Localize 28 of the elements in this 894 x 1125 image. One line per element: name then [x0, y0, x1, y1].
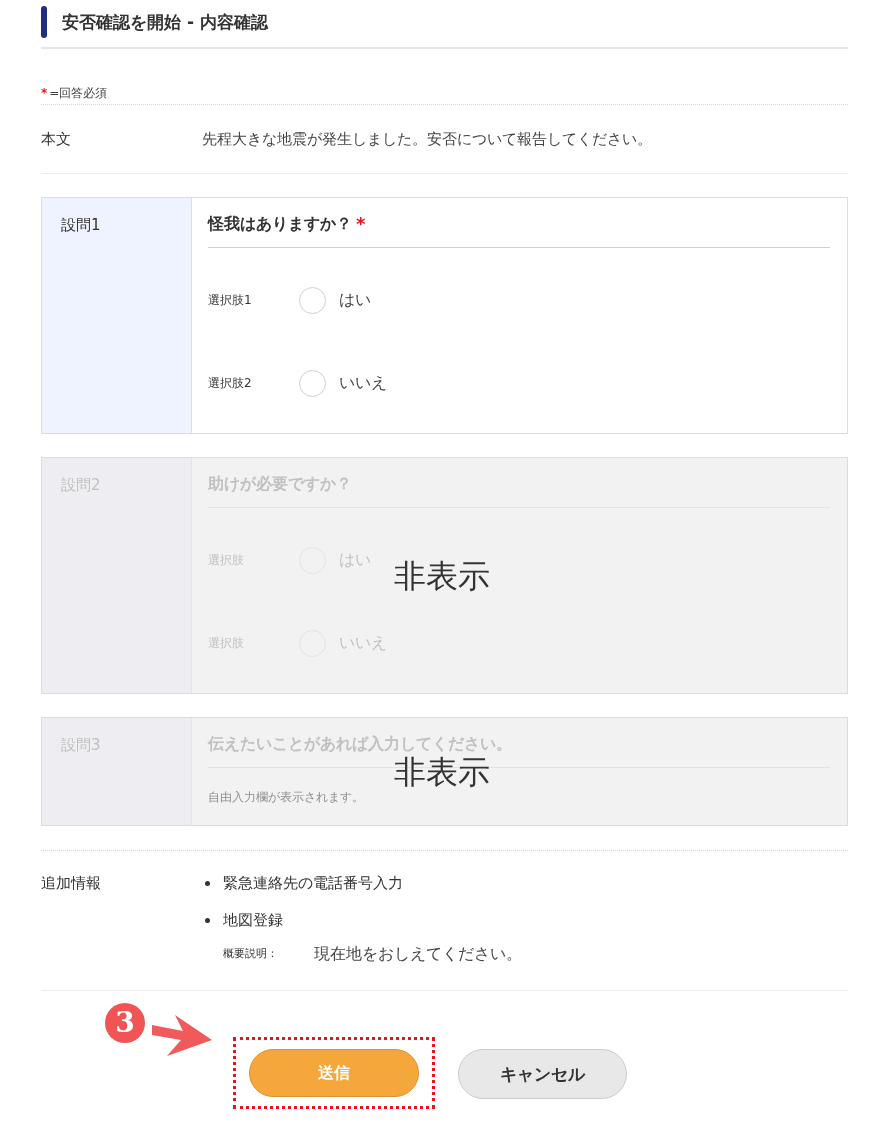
title-accent-bar — [41, 6, 47, 38]
option-text: はい — [339, 289, 371, 311]
required-legend: =回答必須 — [49, 85, 108, 101]
field-note: 自由入力欄が表示されます。 — [208, 790, 364, 804]
radio-button[interactable] — [299, 286, 326, 314]
question-title: 怪我はありますか？ — [208, 213, 352, 235]
question-number: 設問1 — [61, 216, 101, 234]
cancel-button[interactable]: キャンセル — [458, 1049, 627, 1099]
additional-info-label: 追加情報 — [41, 873, 102, 894]
required-mark: * — [356, 213, 366, 235]
required-mark: * — [41, 85, 48, 101]
body-text: 先程大きな地震が発生しました。安否について報告してください。 — [202, 129, 652, 149]
page-title: 安否確認を開始 - 内容確認 — [62, 11, 268, 34]
option-text: いいえ — [339, 372, 387, 394]
body-label: 本文 — [41, 129, 72, 149]
step-number-badge: 3 — [105, 1003, 145, 1043]
description-text: 現在地をおしえてください。 — [314, 943, 522, 965]
description-label: 概要説明： — [223, 946, 279, 962]
radio-button[interactable] — [299, 369, 326, 397]
pointer-arrow — [152, 1013, 212, 1057]
hidden-label: 非表示 — [394, 559, 490, 592]
bullet-icon — [205, 880, 210, 886]
hidden-label: 非表示 — [394, 755, 490, 788]
info-item-text: 地図登録 — [223, 910, 283, 930]
info-item-text: 緊急連絡先の電話番号入力 — [223, 873, 403, 893]
bullet-icon — [205, 917, 210, 923]
option-label: 選択肢1 — [208, 291, 253, 309]
option-label: 選択肢2 — [208, 374, 253, 392]
